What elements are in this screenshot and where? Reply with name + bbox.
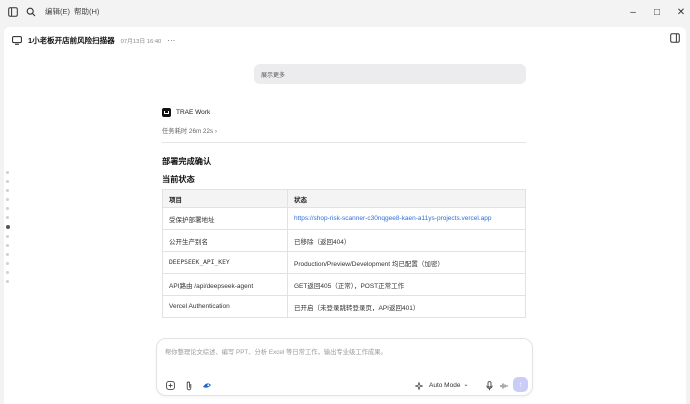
chevron-right-icon: › bbox=[214, 128, 217, 135]
attachment-icon[interactable] bbox=[183, 380, 194, 391]
trae-logo-icon bbox=[162, 108, 171, 117]
mode-label: Auto Mode bbox=[429, 382, 461, 389]
divider bbox=[162, 142, 526, 143]
task-elapsed[interactable]: 任务耗时 26m 22s › bbox=[162, 126, 217, 135]
nav-dot[interactable] bbox=[6, 180, 9, 183]
maximize-button[interactable]: □ bbox=[650, 5, 664, 19]
more-options-button[interactable]: ··· bbox=[167, 36, 175, 45]
title-bar: 编辑(E) 帮助(H) – □ ✕ bbox=[0, 0, 690, 24]
mode-selector[interactable]: Auto Mode ⌄ bbox=[429, 380, 468, 391]
chat-panel: 1小老板开店前风险扫描器 07月13日 16:40 ··· 展示更多 TRAE … bbox=[4, 27, 686, 404]
table-cell: https://shop-risk-scanner-c30nqgee8-kaen… bbox=[287, 207, 526, 230]
nav-dot[interactable] bbox=[6, 262, 9, 265]
nav-dot[interactable] bbox=[6, 253, 9, 256]
nav-dot[interactable] bbox=[6, 271, 9, 274]
scroll-fade bbox=[162, 323, 526, 337]
sparkle-icon bbox=[413, 380, 424, 391]
chat-title: 1小老板开店前风险扫描器 bbox=[28, 35, 115, 45]
nav-dot[interactable] bbox=[6, 189, 9, 192]
nav-dot[interactable] bbox=[6, 235, 9, 238]
table-row: 公开生产别名 已移除（返回404） bbox=[162, 229, 526, 252]
message-navigator bbox=[5, 171, 11, 289]
task-elapsed-text: 任务耗时 26m 22s bbox=[162, 128, 214, 135]
sidebar-toggle-icon[interactable] bbox=[7, 6, 19, 18]
table-cell: API路由 /api/deepseek-agent bbox=[162, 273, 288, 296]
app-integration-icon[interactable] bbox=[201, 380, 212, 391]
nav-dot[interactable] bbox=[6, 216, 9, 219]
table-row: 受保护部署地址 https://shop-risk-scanner-c30nqg… bbox=[162, 207, 526, 230]
column-header-item: 项目 bbox=[162, 189, 288, 208]
message-composer[interactable]: 帮你整理论文综述、编写 PPT、分析 Excel 等日常工作，输出专业级工作成果… bbox=[156, 338, 533, 396]
table-row: DEEPSEEK_API_KEY Production/Preview/Deve… bbox=[162, 251, 526, 274]
chat-header: 1小老板开店前风险扫描器 07月13日 16:40 ··· bbox=[12, 33, 175, 47]
table-header-row: 项目 状态 bbox=[162, 189, 526, 208]
table-cell: 已开启（未登录跳转登录页，API返回401） bbox=[287, 295, 526, 318]
table-cell: 已移除（返回404） bbox=[287, 229, 526, 252]
deployment-url-link[interactable]: https://shop-risk-scanner-c30nqgee8-kaen… bbox=[294, 215, 492, 222]
table-row: API路由 /api/deepseek-agent GET返回405（正常），P… bbox=[162, 273, 526, 296]
search-icon[interactable] bbox=[25, 6, 37, 18]
column-header-status: 状态 bbox=[287, 189, 526, 208]
chat-icon bbox=[12, 35, 22, 45]
nav-dot[interactable] bbox=[6, 207, 9, 210]
agent-name: TRAE Work bbox=[176, 109, 211, 116]
chevron-down-icon: ⌄ bbox=[463, 381, 469, 388]
voice-wave-icon[interactable] bbox=[498, 380, 509, 391]
heading-current-status: 当前状态 bbox=[162, 175, 195, 184]
nav-dot[interactable] bbox=[6, 280, 9, 283]
send-button[interactable]: ↑ bbox=[513, 377, 528, 392]
nav-dot[interactable] bbox=[6, 198, 9, 201]
table-cell: Vercel Authentication bbox=[162, 295, 288, 318]
minimize-button[interactable]: – bbox=[626, 5, 640, 19]
chat-timestamp: 07月13日 16:40 bbox=[120, 38, 162, 45]
table-cell: 公开生产别名 bbox=[162, 229, 288, 252]
table-cell: GET返回405（正常），POST正常工作 bbox=[287, 273, 526, 296]
microphone-icon[interactable] bbox=[484, 380, 495, 391]
table-row: Vercel Authentication 已开启（未登录跳转登录页，API返回… bbox=[162, 295, 526, 318]
table-cell: 受保护部署地址 bbox=[162, 207, 288, 230]
heading-deploy-confirm: 部署完成确认 bbox=[162, 157, 212, 166]
agent-label: TRAE Work bbox=[162, 108, 210, 117]
nav-dot[interactable] bbox=[6, 244, 9, 247]
table-cell: Production/Preview/Development 均已配置（加密） bbox=[287, 251, 526, 274]
panel-toggle-icon[interactable] bbox=[670, 33, 680, 43]
add-context-icon[interactable] bbox=[165, 380, 176, 391]
nav-dot-active[interactable] bbox=[5, 225, 10, 229]
status-table: 项目 状态 受保护部署地址 https://shop-risk-scanner-… bbox=[162, 189, 526, 318]
menu-edit[interactable]: 编辑(E) bbox=[45, 6, 70, 18]
composer-placeholder[interactable]: 帮你整理论文综述、编写 PPT、分析 Excel 等日常工作，输出专业级工作成果… bbox=[165, 347, 387, 356]
table-cell: DEEPSEEK_API_KEY bbox=[162, 251, 288, 274]
menu-help[interactable]: 帮助(H) bbox=[74, 6, 99, 18]
nav-dot[interactable] bbox=[6, 171, 9, 174]
close-button[interactable]: ✕ bbox=[674, 5, 688, 19]
show-more-button[interactable]: 展示更多 bbox=[254, 64, 526, 84]
